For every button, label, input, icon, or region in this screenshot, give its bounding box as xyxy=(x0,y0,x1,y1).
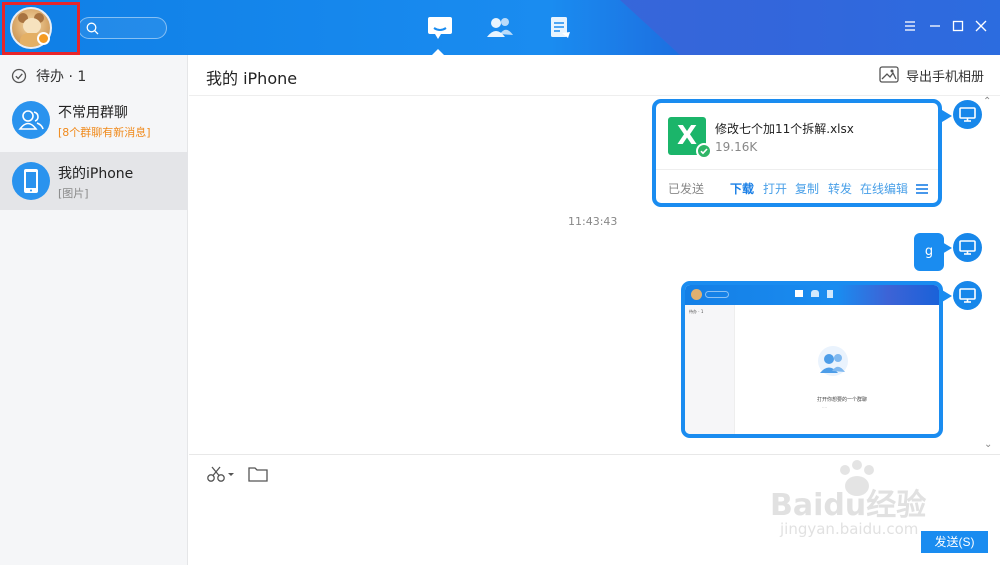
online-edit-button[interactable]: 在线编辑 xyxy=(860,180,908,197)
watermark-brand: Baidu经验 xyxy=(770,488,927,523)
preview-avatar xyxy=(691,289,702,300)
group-icon xyxy=(18,110,44,130)
preview-contacts-icon xyxy=(811,290,819,297)
preview-search xyxy=(705,291,729,298)
conversation-preview: [图片] xyxy=(58,187,89,200)
screenshot-scissors-icon[interactable] xyxy=(206,464,236,484)
maximize-icon[interactable] xyxy=(950,18,966,34)
conversation-item-group[interactable]: 不常用群聊 [8个群聊有新消息] xyxy=(0,91,188,149)
text-message[interactable]: g xyxy=(914,233,944,271)
file-message[interactable]: X 修改七个加11个拆解.xlsx 19.16K 已发送 下载 打开 复制 转发… xyxy=(652,99,942,207)
todo-entry[interactable]: 待办 · 1 xyxy=(0,55,188,95)
preview-caption: 打开你想要的一个群聊 xyxy=(817,397,868,403)
todo-label: 待办 · 1 xyxy=(36,69,87,85)
image-message[interactable]: 待办 · 1 打开你想要的一个群聊 .... xyxy=(681,281,943,438)
group-chat-avatar xyxy=(12,101,50,139)
preview-sidebar: 待办 · 1 xyxy=(685,305,735,434)
chat-bubble-icon xyxy=(428,17,452,39)
phone-icon xyxy=(24,169,38,193)
export-label: 导出手机相册 xyxy=(906,70,985,85)
download-button[interactable]: 下载 xyxy=(730,180,754,197)
forward-button[interactable]: 转发 xyxy=(828,180,852,197)
more-menu-icon[interactable] xyxy=(915,183,929,195)
menu-icon[interactable] xyxy=(902,18,918,34)
active-tab-indicator xyxy=(431,49,445,55)
iphone-avatar xyxy=(12,162,50,200)
conversation-preview: [8个群聊有新消息] xyxy=(58,126,151,139)
preview-sub-caption: .... xyxy=(822,404,828,409)
device-avatar xyxy=(953,100,982,129)
open-button[interactable]: 打开 xyxy=(763,180,787,197)
sidebar: 待办 · 1 不常用群聊 [8个群聊有新消息] 我的iPhone [图片] xyxy=(0,55,188,565)
conversation-name: 不常用群聊 xyxy=(58,105,128,121)
tab-contacts[interactable] xyxy=(485,14,515,42)
minimize-icon[interactable] xyxy=(927,18,943,34)
monitor-icon xyxy=(959,288,976,303)
scroll-up-icon[interactable]: ⌃ xyxy=(983,96,991,107)
contacts-illustration-icon xyxy=(818,346,848,376)
preview-doc-icon xyxy=(827,290,833,298)
paw-logo-icon xyxy=(840,460,874,496)
copy-button[interactable]: 复制 xyxy=(795,180,819,197)
title-bar xyxy=(0,0,1000,55)
avatar-status-badge xyxy=(37,32,50,45)
search-icon xyxy=(86,22,99,35)
file-size: 19.16K xyxy=(715,140,758,154)
send-button[interactable]: 发送(S) xyxy=(921,531,988,553)
device-avatar xyxy=(953,281,982,310)
sent-check-icon xyxy=(696,143,712,159)
tab-messages[interactable] xyxy=(425,14,455,42)
check-circle-icon xyxy=(11,68,27,84)
contacts-icon xyxy=(487,18,513,37)
tab-documents[interactable] xyxy=(545,14,575,42)
conversation-name: 我的iPhone xyxy=(58,166,134,182)
message-timestamp: 11:43:43 xyxy=(568,215,618,228)
monitor-icon xyxy=(959,107,976,122)
device-avatar xyxy=(953,233,982,262)
preview-todo-label: 待办 · 1 xyxy=(689,309,704,314)
chat-title: 我的 iPhone xyxy=(206,69,298,88)
baidu-watermark: Baidu经验 jingyan.baidu.com xyxy=(740,460,950,550)
preview-title-bar xyxy=(685,285,939,305)
scroll-down-icon[interactable]: ⌄ xyxy=(984,439,992,450)
file-name: 修改七个加11个拆解.xlsx xyxy=(715,122,854,136)
document-icon xyxy=(551,17,570,38)
highlight-box xyxy=(2,2,80,55)
send-status: 已发送 xyxy=(668,182,705,196)
close-icon[interactable] xyxy=(973,18,989,34)
watermark-url: jingyan.baidu.com xyxy=(780,520,919,538)
folder-icon[interactable] xyxy=(247,464,269,484)
search-input[interactable] xyxy=(78,17,167,39)
monitor-icon xyxy=(959,240,976,255)
image-icon xyxy=(879,66,899,83)
conversation-item-iphone[interactable]: 我的iPhone [图片] xyxy=(0,152,188,210)
preview-chat-icon xyxy=(795,290,803,297)
